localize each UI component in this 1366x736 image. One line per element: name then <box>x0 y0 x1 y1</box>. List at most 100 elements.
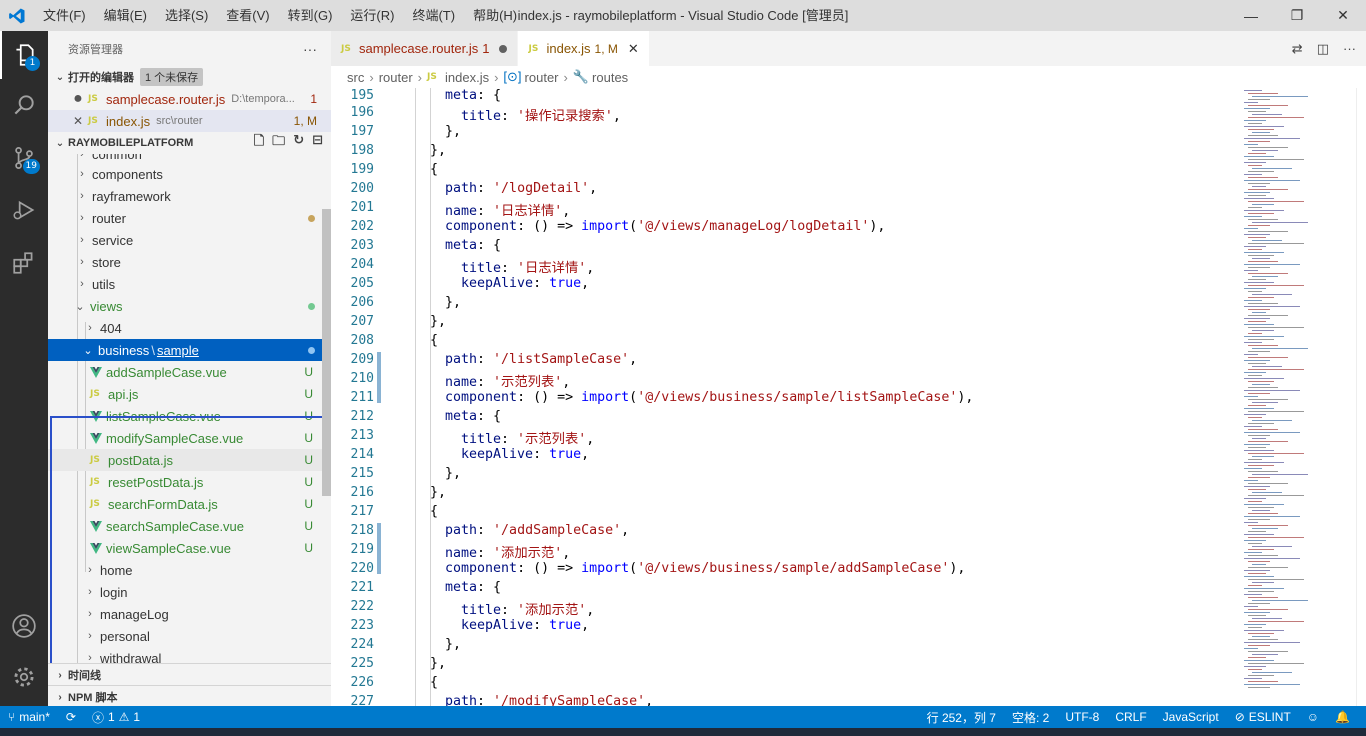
menu-file[interactable]: 文件(F) <box>34 0 95 31</box>
extensions-activity[interactable] <box>0 239 48 287</box>
menu-view[interactable]: 查看(V) <box>217 0 278 31</box>
minimap-line <box>1248 531 1266 532</box>
tree-folder[interactable]: › store <box>48 251 331 273</box>
tree-folder[interactable]: › login <box>48 581 331 603</box>
encoding[interactable]: UTF-8 <box>1057 710 1107 724</box>
sync-status[interactable]: ⟳ <box>58 710 84 724</box>
tree-folder-business-sample[interactable]: ⌄ business \ sample <box>48 339 331 361</box>
menu-help[interactable]: 帮助(H) <box>464 0 526 31</box>
tree-file[interactable]: JS searchFormData.js U <box>48 493 331 515</box>
tree-folder[interactable]: › rayframework <box>48 185 331 207</box>
tree-file[interactable]: JS postData.js U <box>48 449 331 471</box>
menu-run[interactable]: 运行(R) <box>341 0 403 31</box>
unsaved-dot-icon[interactable] <box>499 44 508 53</box>
minimap-line <box>1252 528 1278 529</box>
feedback-icon[interactable]: ☺ <box>1299 710 1327 724</box>
minimap-line <box>1248 369 1304 370</box>
breadcrumb-item[interactable]: src <box>347 70 364 85</box>
cursor-position[interactable]: 行 252，列 7 <box>919 709 1004 726</box>
language-mode[interactable]: JavaScript <box>1155 710 1227 724</box>
notifications-icon[interactable]: 🔔 <box>1327 710 1358 724</box>
tab-samplecase-router[interactable]: JS samplecase.router.js 1 <box>331 31 519 66</box>
new-file-icon[interactable]: 🗋 <box>254 132 264 154</box>
breadcrumb-item[interactable]: router <box>525 70 559 85</box>
tree-folder[interactable]: › components <box>48 163 331 185</box>
tree-folder[interactable]: › home <box>48 559 331 581</box>
timeline-section[interactable]: › 时间线 <box>48 663 331 685</box>
tree-folder[interactable]: › manageLog <box>48 603 331 625</box>
eslint-status[interactable]: ⊘ ESLINT <box>1227 710 1299 724</box>
code-line: name: '示范列表', <box>445 375 571 390</box>
project-header[interactable]: ⌄ RAYMOBILEPLATFORM 🗋 🗀 ↻ ⊟ <box>48 132 331 154</box>
more-actions-button[interactable]: ··· <box>303 41 317 57</box>
gutter-change-marker[interactable] <box>377 523 381 574</box>
tree-label: store <box>92 254 121 270</box>
tree-folder[interactable]: › router <box>48 207 331 229</box>
new-folder-icon[interactable]: 🗀 <box>272 132 285 154</box>
tree-folder[interactable]: › service <box>48 229 331 251</box>
tree-folder[interactable]: › utils <box>48 273 331 295</box>
menu-go[interactable]: 转到(G) <box>279 0 342 31</box>
refresh-icon[interactable]: ↻ <box>293 132 304 154</box>
minimize-button[interactable]: — <box>1228 0 1274 31</box>
restore-button[interactable]: ❐ <box>1274 0 1320 31</box>
minimap-line <box>1248 255 1274 256</box>
tree-folder[interactable]: › personal <box>48 625 331 647</box>
tree-file[interactable]: listSampleCase.vue U <box>48 405 331 427</box>
tree-file[interactable]: searchSampleCase.vue U <box>48 515 331 537</box>
gutter-change-marker[interactable] <box>377 352 381 403</box>
tree-file[interactable]: JS api.js U <box>48 383 331 405</box>
tab-index-js[interactable]: JS index.js 1, M ✕ <box>518 31 650 66</box>
close-icon[interactable]: ✕ <box>68 114 88 128</box>
close-window-button[interactable]: ✕ <box>1320 0 1366 31</box>
breadcrumb-item[interactable]: index.js <box>445 70 489 85</box>
tree-file[interactable]: JS resetPostData.js U <box>48 471 331 493</box>
dirty-dot-icon[interactable]: ● <box>68 90 88 108</box>
tree-file[interactable]: modifySampleCase.vue U <box>48 427 331 449</box>
collapse-all-icon[interactable]: ⊟ <box>312 132 323 154</box>
minimap[interactable] <box>1236 88 1356 706</box>
line-number: 223 <box>350 618 374 633</box>
code-editor[interactable]: 195 196 197 198 199 200 201 202 203 204 … <box>331 88 1236 706</box>
split-editor-icon[interactable]: ◫ <box>1317 41 1329 57</box>
menu-terminal[interactable]: 终端(T) <box>403 0 464 31</box>
code-line: title: '添加示范', <box>461 603 595 618</box>
title-bar: 文件(F) 编辑(E) 选择(S) 查看(V) 转到(G) 运行(R) 终端(T… <box>0 0 1366 31</box>
minimap-line <box>1248 219 1278 220</box>
explorer-activity[interactable]: 1 <box>0 31 48 79</box>
line-ending[interactable]: CRLF <box>1107 710 1154 724</box>
npm-scripts-section[interactable]: › NPM 脚本 <box>48 685 331 706</box>
close-icon[interactable]: ✕ <box>628 41 639 57</box>
vue-file-icon <box>90 542 106 554</box>
tree-folder-views[interactable]: ⌄ views <box>48 295 331 317</box>
error-icon: ⓧ <box>91 710 104 725</box>
editor-scrollbar[interactable] <box>1356 88 1366 706</box>
open-editor-item[interactable]: ● JS samplecase.router.js D:\tempora... … <box>48 88 331 110</box>
tree-label: router <box>92 210 126 226</box>
search-activity[interactable] <box>0 81 48 129</box>
open-changes-icon[interactable]: ⇄ <box>1292 41 1303 57</box>
minimap-line <box>1248 507 1274 508</box>
run-debug-activity[interactable] <box>0 186 48 234</box>
more-actions-icon[interactable]: ··· <box>1343 41 1356 56</box>
branch-status[interactable]: ⑂ main* <box>0 710 58 724</box>
tree-folder[interactable]: › 404 <box>48 317 331 339</box>
open-editor-desc: D:\tempora... <box>231 93 295 105</box>
breadcrumb-item[interactable]: routes <box>592 70 628 85</box>
tree-file[interactable]: addSampleCase.vue U <box>48 361 331 383</box>
minimap-line <box>1248 525 1288 526</box>
open-editors-header[interactable]: ⌄ 打开的编辑器 1 个未保存 <box>48 66 331 88</box>
minimap-line <box>1248 381 1274 382</box>
accounts-activity[interactable] <box>0 602 48 650</box>
open-editor-item[interactable]: ✕ JS index.js src\router 1, M <box>48 110 331 132</box>
tree-file[interactable]: viewSampleCase.vue U <box>48 537 331 559</box>
menu-selection[interactable]: 选择(S) <box>156 0 217 31</box>
problems-status[interactable]: ⓧ 1 ⚠ 1 <box>84 709 148 726</box>
sidebar-scrollbar[interactable] <box>322 209 331 496</box>
minimap-line <box>1248 123 1262 124</box>
manage-activity[interactable] <box>0 653 48 701</box>
source-control-activity[interactable]: 19 <box>0 134 48 182</box>
breadcrumb-item[interactable]: router <box>379 70 413 85</box>
indentation[interactable]: 空格: 2 <box>1004 709 1057 726</box>
menu-edit[interactable]: 编辑(E) <box>95 0 156 31</box>
